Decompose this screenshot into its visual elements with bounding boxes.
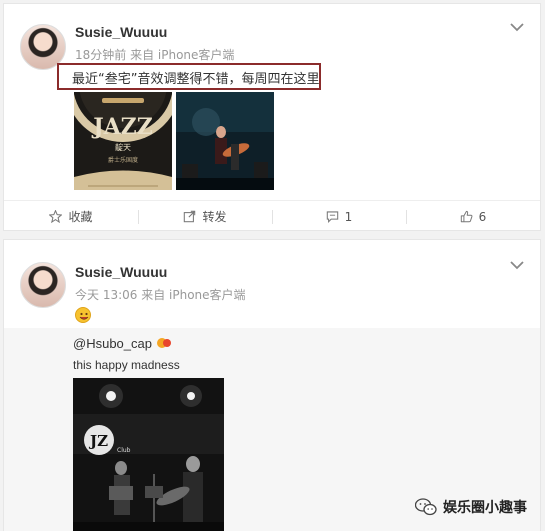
post-meta: 今天 13:06 来自 iPhone客户端 [75,288,246,302]
comment-icon [326,211,338,223]
watermark: 娱乐圈小趣事 [415,497,527,517]
post-card: Susie_Wuuuu 今天 13:06 来自 iPhone客户端 @Hsubo… [3,239,541,531]
share-icon [184,210,196,223]
repost-button[interactable]: 转发 [138,201,272,232]
like-count: 6 [478,209,487,224]
grinning-face-icon [75,307,91,323]
repost-label: 转发 [202,210,227,224]
post-actions: 收藏 转发 1 6 [4,200,540,232]
comment-button[interactable]: 1 [272,201,406,232]
username[interactable]: Susie_Wuuuu [75,264,167,280]
watermark-text: 娱乐圈小趣事 [443,500,527,516]
repost-username[interactable]: @Hsubo_cap [73,336,172,351]
collect-button[interactable]: 收藏 [4,201,138,232]
repost-user-label[interactable]: @Hsubo_cap [73,336,152,351]
club-label: Club [117,447,131,454]
jazz-poster-image[interactable]: JAZZ 靛天 爵士乐国度 [74,92,172,190]
jazz-title: JAZZ [91,114,153,140]
jz-club-photo[interactable]: JZ Club [73,378,224,531]
post-meta: 18分钟前 来自 iPhone客户端 [75,48,235,62]
verified-badge-icon [156,338,171,348]
collect-label: 收藏 [68,210,93,224]
poster-note: 爵士乐国度 [108,156,138,164]
post-text: 最近“叁宅”音效调整得不错，每周四在这里 [57,63,321,90]
thumbs-up-icon [460,210,473,223]
wechat-icon [415,498,437,516]
stage-performance-image[interactable] [176,92,274,190]
comment-count: 1 [344,209,353,224]
avatar[interactable] [20,262,66,308]
repost-text: this happy madness [73,358,180,372]
chevron-down-icon[interactable] [510,22,524,32]
like-button[interactable]: 6 [406,201,540,232]
post-card: Susie_Wuuuu 18分钟前 来自 iPhone客户端 最近“叁宅”音效调… [3,3,541,231]
chevron-down-icon[interactable] [510,260,524,270]
poster-subtitle: 靛天 [115,142,131,152]
star-icon [49,210,63,223]
svg-text:JZ: JZ [88,432,108,450]
username[interactable]: Susie_Wuuuu [75,24,167,40]
